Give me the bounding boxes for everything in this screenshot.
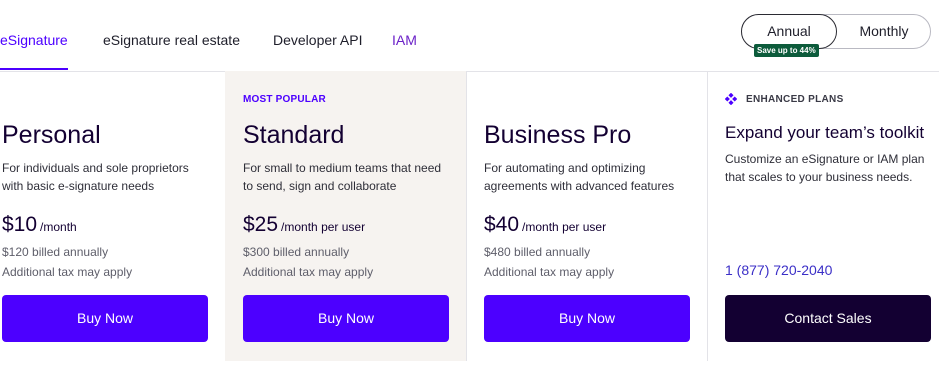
tab-esignature[interactable]: eSignature bbox=[0, 32, 68, 48]
plan-price: $25/month per user bbox=[243, 213, 365, 237]
enhanced-plans-description: Customize an eSignature or IAM plan that… bbox=[725, 152, 925, 184]
tax-note: Additional tax may apply bbox=[2, 265, 133, 279]
billed-annually: $300 billed annually bbox=[243, 245, 350, 259]
plan-price: $40/month per user bbox=[484, 213, 606, 237]
plan-price: $10/month bbox=[2, 213, 77, 237]
plan-description: For small to medium teams that need to s… bbox=[243, 161, 442, 193]
buy-now-button[interactable]: Buy Now bbox=[243, 295, 449, 342]
enhanced-plans-title: Expand your team’s toolkit bbox=[725, 123, 925, 142]
plan-title: Business Pro bbox=[484, 121, 632, 149]
diamond-cluster-icon bbox=[725, 93, 737, 105]
buy-now-button[interactable]: Buy Now bbox=[2, 295, 208, 342]
column-divider bbox=[707, 71, 708, 361]
billed-annually: $120 billed annually bbox=[2, 245, 109, 259]
price-amount: $10 bbox=[2, 213, 38, 236]
save-badge: Save up to 44% bbox=[754, 44, 819, 57]
sales-phone-link[interactable]: 1 (877) 720-2040 bbox=[725, 262, 832, 278]
price-amount: $25 bbox=[243, 213, 279, 236]
tab-iam[interactable]: IAM bbox=[392, 32, 417, 48]
plan-description: For automating and optimizing agreements… bbox=[484, 161, 675, 193]
buy-now-button[interactable]: Buy Now bbox=[484, 295, 690, 342]
price-unit: /month bbox=[40, 220, 77, 234]
price-unit: /month per user bbox=[281, 220, 366, 234]
most-popular-badge: MOST POPULAR bbox=[243, 94, 326, 105]
tax-note: Additional tax may apply bbox=[243, 265, 374, 279]
tab-esignature-real-estate[interactable]: eSignature real estate bbox=[103, 32, 240, 48]
plan-title: Standard bbox=[243, 121, 345, 149]
plan-title: Personal bbox=[2, 121, 101, 149]
price-unit: /month per user bbox=[522, 220, 607, 234]
tab-developer-api[interactable]: Developer API bbox=[273, 32, 363, 48]
monthly-option[interactable]: Monthly bbox=[838, 15, 930, 48]
tax-note: Additional tax may apply bbox=[484, 265, 615, 279]
contact-sales-button[interactable]: Contact Sales bbox=[725, 295, 931, 342]
billed-annually: $480 billed annually bbox=[484, 245, 591, 259]
plan-description: For individuals and sole proprietors wit… bbox=[2, 161, 189, 193]
enhanced-plans-label: ENHANCED PLANS bbox=[746, 94, 844, 105]
column-divider bbox=[466, 71, 467, 361]
price-amount: $40 bbox=[484, 213, 520, 236]
active-tab-indicator bbox=[0, 68, 68, 70]
